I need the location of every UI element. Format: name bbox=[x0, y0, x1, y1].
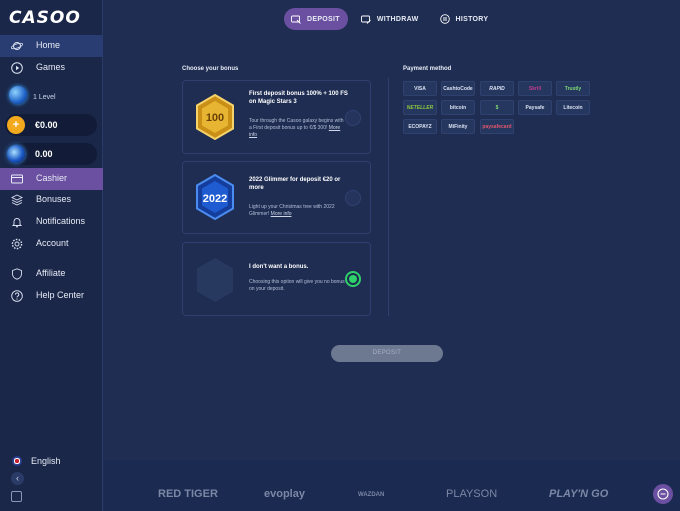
sidebar-item-label: Cashier bbox=[36, 173, 68, 183]
sidebar-item-label: Games bbox=[36, 62, 66, 72]
add-funds-icon[interactable]: + bbox=[7, 116, 25, 134]
sidebar: CASOO Home Games 1 Level + €0.00 0.00 Ca… bbox=[0, 0, 103, 511]
payment-visa-mastercard[interactable]: VISA bbox=[403, 81, 437, 96]
payment-cash-icon[interactable]: $ bbox=[480, 100, 514, 115]
payment-neteller[interactable]: NETELLER bbox=[403, 100, 437, 115]
cash-balance[interactable]: + €0.00 bbox=[5, 114, 97, 136]
bonus-description: Choosing this option will give you no bo… bbox=[249, 279, 345, 292]
play-icon bbox=[11, 62, 23, 74]
bonus-title: I don't want a bonus. bbox=[249, 264, 309, 270]
chevron-left-icon: ‹ bbox=[16, 473, 19, 483]
sidebar-item-games[interactable]: Games bbox=[0, 57, 103, 79]
deposit-icon bbox=[291, 15, 301, 24]
bonus-radio[interactable] bbox=[345, 190, 361, 206]
bonus-description: Tour through the Casoo galaxy begins wit… bbox=[249, 118, 344, 138]
payment-skrill[interactable]: Skrill bbox=[518, 81, 552, 96]
sidebar-item-label: Account bbox=[36, 238, 69, 248]
coin-balance-amount: 0.00 bbox=[35, 149, 53, 159]
payment-litecoin[interactable]: Litecoin bbox=[556, 100, 590, 115]
tab-label: WITHDRAW bbox=[376, 15, 419, 23]
sidebar-item-cashier[interactable]: Cashier bbox=[0, 168, 103, 190]
sidebar-item-account[interactable]: Account bbox=[0, 233, 103, 255]
tab-label: HISTORY bbox=[455, 15, 489, 23]
bonus-section-title: Choose your bonus bbox=[182, 66, 239, 72]
language-label: English bbox=[31, 456, 61, 466]
tab-label: DEPOSIT bbox=[307, 15, 340, 23]
chat-button[interactable] bbox=[653, 484, 673, 504]
tab-history[interactable]: HISTORY bbox=[433, 8, 497, 30]
sidebar-item-label: Notifications bbox=[36, 216, 86, 226]
provider-playngo[interactable]: PLAY'N GO bbox=[549, 488, 608, 500]
payment-rapid[interactable]: RAPID bbox=[480, 81, 514, 96]
sidebar-item-label: Affiliate bbox=[36, 268, 66, 278]
chat-icon bbox=[657, 488, 669, 500]
bonus-card-2022-glimmer[interactable]: 2022 2022 Glimmer for deposit €20 or mor… bbox=[182, 161, 371, 234]
casoo-logo[interactable]: CASOO bbox=[9, 8, 81, 28]
svg-text:100: 100 bbox=[206, 112, 224, 124]
payment-ecopayz[interactable]: ECOPAYZ bbox=[403, 119, 437, 134]
empty-hexagon-icon bbox=[197, 258, 233, 302]
bonus-card-no-bonus[interactable]: I don't want a bonus. Choosing this opti… bbox=[182, 242, 371, 316]
sidebar-item-label: Help Center bbox=[36, 290, 85, 300]
deposit-button[interactable]: DEPOSIT bbox=[331, 345, 443, 362]
card-icon bbox=[11, 174, 23, 184]
withdraw-icon bbox=[360, 15, 371, 24]
sidebar-item-label: Home bbox=[36, 40, 61, 50]
svg-text:2022: 2022 bbox=[203, 193, 227, 205]
shield-icon bbox=[12, 268, 22, 280]
cash-balance-amount: €0.00 bbox=[35, 120, 58, 130]
provider-red-tiger[interactable]: RED TIGER bbox=[158, 488, 218, 500]
section-divider bbox=[388, 78, 389, 316]
layers-icon bbox=[11, 194, 23, 206]
bonus-title: 2022 Glimmer for deposit €20 or more bbox=[249, 177, 341, 191]
providers-footer bbox=[104, 460, 680, 511]
exit-icon[interactable] bbox=[11, 491, 22, 502]
payment-cashtocode[interactable]: CashtoCode bbox=[441, 81, 475, 96]
blue-2022-badge-icon: 2022 bbox=[196, 174, 234, 220]
tab-withdraw[interactable]: WITHDRAW bbox=[354, 8, 427, 30]
bonus-description: Light up your Christmas tree with 2022 G… bbox=[249, 204, 335, 217]
bonus-radio[interactable] bbox=[345, 110, 361, 126]
gear-icon bbox=[11, 238, 23, 250]
level-orb-icon bbox=[9, 86, 27, 104]
payment-section-title: Payment method bbox=[403, 66, 452, 72]
collapse-sidebar-button[interactable]: ‹ bbox=[11, 472, 24, 485]
level-indicator[interactable]: 1 Level bbox=[0, 86, 103, 108]
sidebar-item-label: Bonuses bbox=[36, 194, 72, 204]
question-icon bbox=[11, 290, 23, 302]
provider-evoplay[interactable]: evoplay bbox=[264, 488, 305, 500]
sidebar-item-affiliate[interactable]: Affiliate bbox=[0, 263, 103, 285]
coin-balance[interactable]: 0.00 bbox=[5, 143, 97, 165]
payment-trustly[interactable]: Trustly bbox=[556, 81, 590, 96]
level-label: 1 Level bbox=[33, 94, 56, 101]
bonus-radio-selected[interactable] bbox=[345, 271, 361, 287]
provider-playson[interactable]: PLAYSON bbox=[446, 488, 497, 500]
sidebar-item-help-center[interactable]: Help Center bbox=[0, 285, 103, 307]
tab-deposit[interactable]: DEPOSIT bbox=[284, 8, 348, 30]
cashier-tabs: DEPOSIT WITHDRAW HISTORY bbox=[284, 8, 502, 30]
gold-100-badge-icon: 100 bbox=[196, 94, 234, 140]
payment-bitcoin[interactable]: bitcoin bbox=[441, 100, 475, 115]
more-info-link[interactable]: More info bbox=[271, 211, 292, 217]
bonus-card-first-deposit[interactable]: 100 First deposit bonus 100% + 100 FS on… bbox=[182, 80, 371, 154]
uk-flag-icon bbox=[12, 456, 22, 466]
bell-icon bbox=[11, 218, 23, 228]
language-selector[interactable]: English bbox=[0, 452, 103, 468]
payment-paysafecard[interactable]: paysafecard bbox=[480, 119, 514, 134]
planet-icon bbox=[11, 42, 23, 50]
bonus-title: First deposit bonus 100% + 100 FS on Mag… bbox=[249, 91, 348, 105]
payment-paysafe[interactable]: Paysafe bbox=[518, 100, 552, 115]
sidebar-item-home[interactable]: Home bbox=[0, 35, 103, 57]
sidebar-item-notifications[interactable]: Notifications bbox=[0, 211, 103, 233]
sidebar-item-bonuses[interactable]: Bonuses bbox=[0, 189, 103, 211]
coin-orb-icon bbox=[7, 145, 25, 163]
payment-mifinity[interactable]: MiFinity bbox=[441, 119, 475, 134]
history-icon bbox=[439, 14, 450, 24]
provider-wazdan[interactable]: WAZDAN bbox=[358, 492, 384, 498]
